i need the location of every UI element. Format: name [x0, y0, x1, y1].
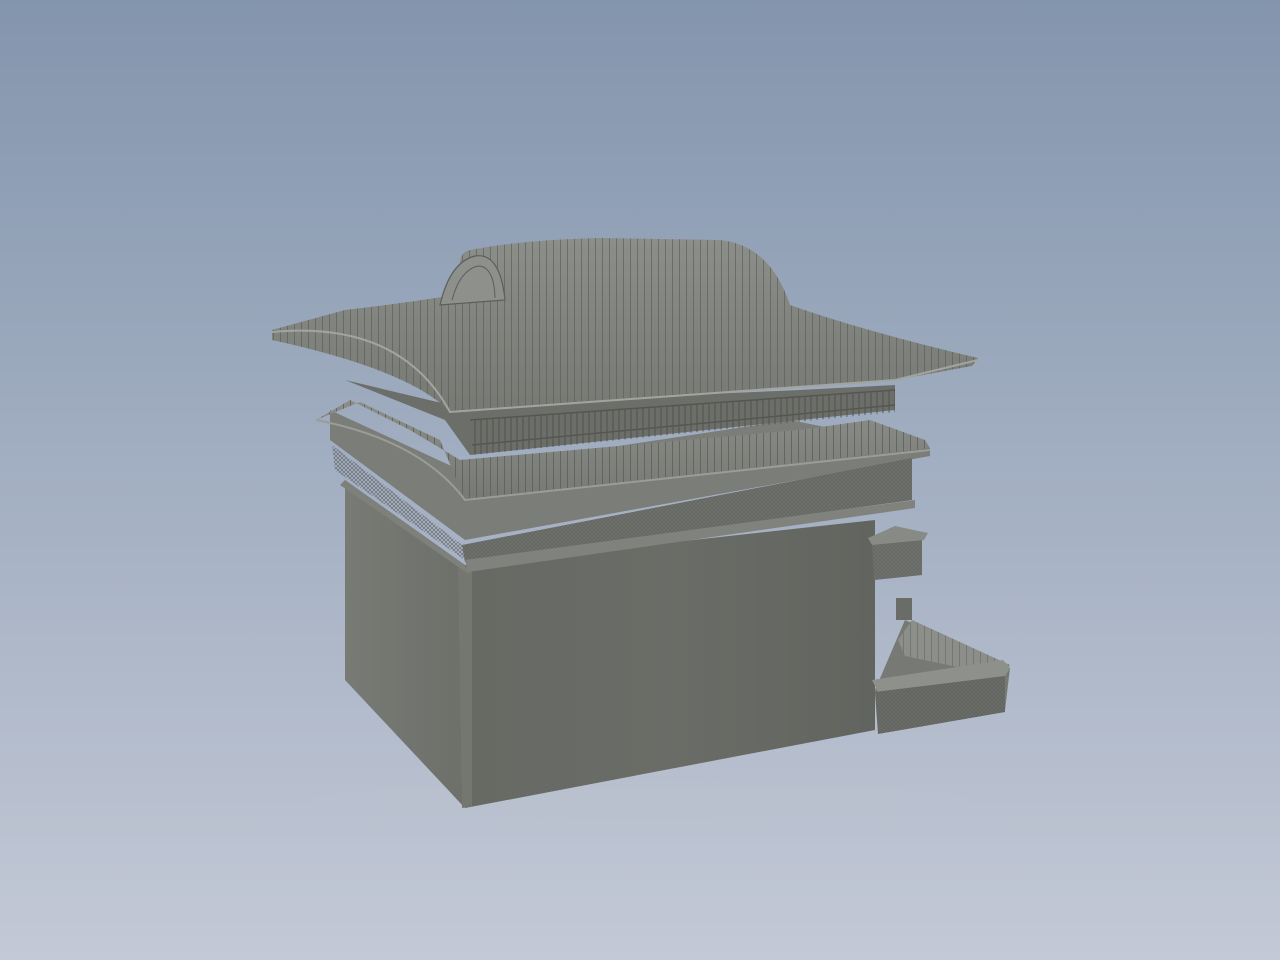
ground-shadow: [310, 782, 970, 818]
model-render: [271, 238, 1010, 818]
upper-roof-tiles: [272, 238, 978, 412]
annex-stair: [896, 598, 912, 620]
cad-viewport[interactable]: [0, 0, 1280, 960]
